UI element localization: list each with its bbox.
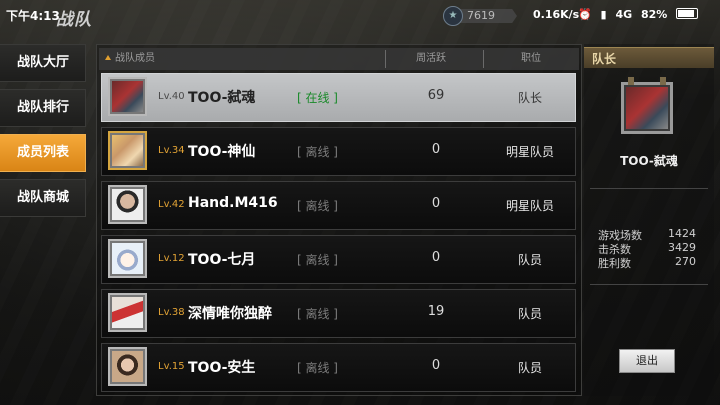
member-name: TOO-七月 [188, 252, 256, 268]
currency-value: 7619 [467, 9, 495, 22]
stat-value: 3429 [668, 241, 696, 254]
stat-label: 胜利数 [598, 257, 631, 270]
battery-icon [676, 8, 699, 19]
member-name: TOO-安生 [188, 360, 256, 376]
member-role: 队长 [517, 91, 542, 105]
member-level: Lv.12 [158, 253, 185, 264]
member-weekly: 0 [431, 196, 441, 211]
table-row[interactable]: Lv.15 TOO-安生 [ 离线 ] 0 队员 [101, 343, 576, 392]
member-weekly: 0 [431, 358, 441, 373]
member-level: Lv.38 [158, 307, 185, 318]
status-time: 下午4:13 [6, 9, 60, 23]
member-name: Hand.M416 [188, 195, 278, 211]
divider [590, 188, 708, 189]
captain-name: TOO-弑魂 [620, 154, 678, 168]
member-weekly: 0 [431, 142, 441, 157]
table-row[interactable]: Lv.38 深情唯你独醉 [ 离线 ] 19 队员 [101, 289, 576, 338]
member-status: [ 在线 ] [297, 91, 338, 105]
alarm-icon: ⏰ [578, 8, 592, 21]
member-role: 队员 [517, 307, 542, 321]
member-role: 明星队员 [505, 199, 554, 213]
divider [590, 284, 708, 285]
member-status: [ 离线 ] [297, 199, 338, 213]
currency-icon: ★ [443, 6, 463, 26]
side-nav: 战队大厅 战队排行 成员列表 战队商城 [0, 44, 88, 224]
member-status: [ 离线 ] [297, 361, 338, 375]
member-role: 队员 [517, 361, 542, 375]
avatar [108, 239, 147, 278]
nav-member-list[interactable]: 成员列表 [0, 134, 86, 172]
member-weekly: 19 [427, 304, 445, 319]
captain-avatar [621, 77, 673, 134]
member-weekly: 0 [431, 250, 441, 265]
member-role: 队员 [517, 253, 542, 267]
stat-value: 270 [675, 255, 696, 268]
page-title: 战队 [56, 10, 92, 30]
signal-icon: ▮ [600, 8, 607, 21]
header-role: 职位 [521, 53, 541, 64]
avatar [108, 185, 147, 224]
members-panel: 战队成员 周活跃 职位 Lv.40 TOO-弑魂 [ 在线 ] 69 队长 Lv… [96, 44, 582, 396]
avatar [108, 131, 147, 170]
nav-team-ranking[interactable]: 战队排行 [0, 89, 86, 127]
header-weekly: 周活跃 [416, 53, 446, 64]
nav-team-shop[interactable]: 战队商城 [0, 179, 86, 217]
table-row[interactable]: Lv.12 TOO-七月 [ 离线 ] 0 队员 [101, 235, 576, 284]
member-status: [ 离线 ] [297, 253, 338, 267]
network-type: 4G [615, 8, 633, 21]
member-status: [ 离线 ] [297, 145, 338, 159]
avatar [108, 77, 147, 116]
table-row[interactable]: Lv.34 TOO-神仙 [ 离线 ] 0 明星队员 [101, 127, 576, 176]
system-icons: ⏰ ▮ 4G 82% [578, 8, 703, 21]
member-level: Lv.40 [158, 91, 185, 102]
member-weekly: 69 [427, 88, 445, 103]
status-bar: 下午4:13 战队 ★ 7619 0.16K/s ⏰ ▮ 4G 82% [0, 0, 720, 30]
table-header: 战队成员 周活跃 职位 [99, 48, 579, 70]
table-row[interactable]: Lv.42 Hand.M416 [ 离线 ] 0 明星队员 [101, 181, 576, 230]
member-name: TOO-神仙 [188, 144, 256, 160]
header-members: 战队成员 [105, 48, 155, 70]
header-divider [385, 50, 386, 68]
currency-display: ★ 7619 [443, 6, 517, 26]
member-role: 明星队员 [505, 145, 554, 159]
nav-team-hall[interactable]: 战队大厅 [0, 44, 86, 82]
table-row[interactable]: Lv.40 TOO-弑魂 [ 在线 ] 69 队长 [101, 73, 576, 122]
captain-panel: 队长 TOO-弑魂 游戏场数 1424 击杀数 3429 胜利数 270 退出 [584, 44, 714, 396]
member-name: 深情唯你独醉 [188, 306, 272, 322]
member-name: TOO-弑魂 [188, 90, 256, 106]
battery-level: 82% [640, 8, 668, 21]
avatar [108, 347, 147, 386]
captain-header: 队长 [584, 47, 714, 68]
member-level: Lv.15 [158, 361, 185, 372]
stat-value: 1424 [668, 227, 696, 240]
avatar [108, 293, 147, 332]
member-level: Lv.34 [158, 145, 185, 156]
member-level: Lv.42 [158, 199, 185, 210]
stat-wins: 胜利数 270 [598, 255, 696, 271]
net-speed: 0.16K/s [533, 8, 580, 21]
member-status: [ 离线 ] [297, 307, 338, 321]
captain-header-label: 队长 [592, 52, 617, 66]
quit-button[interactable]: 退出 [619, 349, 675, 373]
